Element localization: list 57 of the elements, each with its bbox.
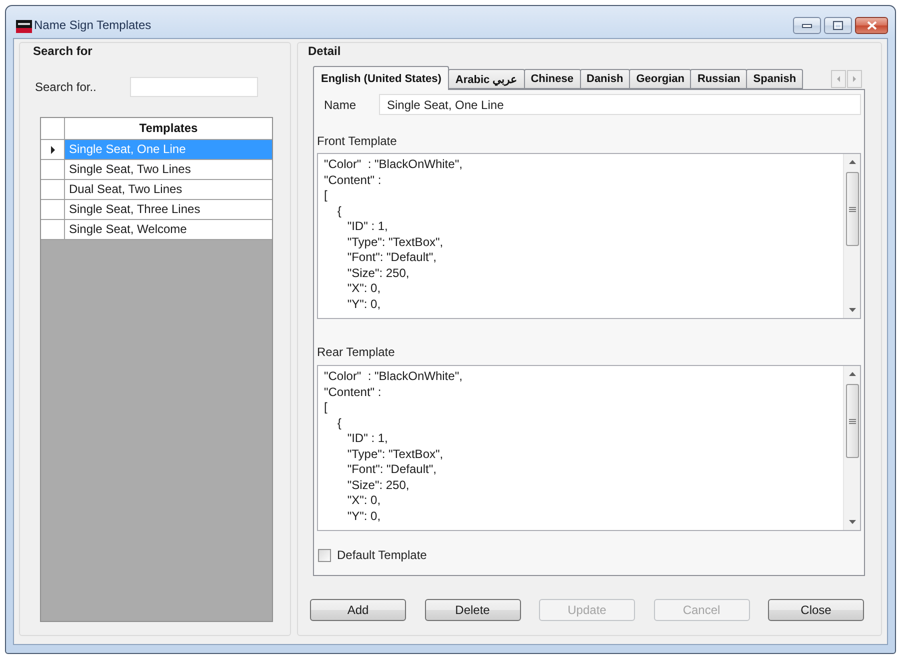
scroll-up-arrow-icon[interactable] bbox=[848, 372, 856, 376]
window-close-button[interactable] bbox=[855, 17, 888, 34]
row-header-cell[interactable] bbox=[41, 200, 65, 220]
scroll-up-arrow-icon[interactable] bbox=[848, 160, 856, 164]
checkbox-label: Default Template bbox=[337, 548, 427, 562]
minimize-button[interactable] bbox=[793, 17, 821, 34]
delete-button[interactable]: Delete bbox=[424, 599, 520, 621]
close-button[interactable]: Close bbox=[768, 599, 864, 621]
row-header-cell[interactable] bbox=[41, 140, 65, 160]
left-arrow-icon bbox=[837, 76, 840, 82]
template-row[interactable]: Dual Seat, Two Lines bbox=[65, 180, 272, 200]
template-row[interactable]: Single Seat, Three Lines bbox=[65, 200, 272, 220]
vertical-scrollbar[interactable] bbox=[843, 154, 860, 318]
add-button[interactable]: Add bbox=[310, 599, 406, 621]
close-icon bbox=[866, 21, 876, 30]
field-label: Front Template bbox=[317, 134, 397, 148]
right-arrow-icon bbox=[853, 76, 856, 82]
field-label: Rear Template bbox=[317, 345, 395, 359]
rear-template-field[interactable]: "Color" : "BlackOnWhite", "Content" : [ { "ID" : 1, "Type": "TextBox", "Font": "Default", "Size": 250, "X": 0, "Y": 0, bbox=[317, 365, 861, 531]
template-text: "Color" : "BlackOnWhite", "Content" : [ { "ID" : 1, "Type": "TextBox", "Font": "Default", "Size": 250, "X": 0, "Y": 0, bbox=[323, 156, 464, 312]
template-text: "Color" : "BlackOnWhite", "Content" : [ { "ID" : 1, "Type": "TextBox", "Font": "Default", "Size": 250, "X": 0, "Y": 0, bbox=[323, 368, 464, 524]
name-field[interactable]: Single Seat, One Line bbox=[379, 94, 861, 115]
language-tab[interactable]: Spanish bbox=[746, 69, 804, 89]
grip-icon bbox=[848, 206, 856, 212]
language-tab[interactable]: Arabic عربي bbox=[448, 69, 525, 89]
row-header-cell[interactable] bbox=[41, 180, 65, 200]
language-tab[interactable]: English (United States) bbox=[313, 66, 450, 90]
vertical-scrollbar[interactable] bbox=[843, 366, 860, 530]
scroll-down-arrow-icon[interactable] bbox=[848, 520, 856, 524]
window-title: Name Sign Templates bbox=[34, 18, 152, 32]
scroll-down-arrow-icon[interactable] bbox=[848, 308, 856, 312]
search-field[interactable] bbox=[130, 77, 258, 97]
scrollbar-thumb[interactable] bbox=[846, 384, 858, 458]
tab-scroll-right-button[interactable] bbox=[847, 70, 862, 88]
checkbox[interactable] bbox=[318, 548, 331, 562]
tab-scroll-left-button[interactable] bbox=[831, 70, 846, 88]
app-icon bbox=[16, 20, 32, 33]
template-row[interactable]: Single Seat, Two Lines bbox=[65, 160, 272, 180]
template-row[interactable]: Single Seat, Welcome bbox=[65, 220, 272, 240]
scrollbar-thumb[interactable] bbox=[846, 172, 858, 246]
row-pointer-icon bbox=[50, 146, 54, 154]
field-label: Name bbox=[324, 98, 358, 112]
maximize-icon bbox=[833, 21, 843, 30]
language-tab[interactable]: Georgian bbox=[629, 69, 692, 89]
row-header-cell[interactable] bbox=[41, 160, 65, 180]
minimize-icon bbox=[802, 24, 812, 28]
section-heading: Detail bbox=[308, 44, 341, 58]
column-header[interactable]: Templates bbox=[65, 118, 272, 140]
maximize-button[interactable] bbox=[824, 17, 852, 34]
section-heading: Search for bbox=[33, 44, 92, 58]
language-tab[interactable]: Chinese bbox=[524, 69, 580, 89]
grip-icon bbox=[848, 418, 856, 424]
language-tab[interactable]: Danish bbox=[580, 69, 630, 89]
row-header-cell[interactable] bbox=[41, 220, 65, 240]
language-tab[interactable]: Russian bbox=[690, 69, 748, 89]
front-template-field[interactable]: "Color" : "BlackOnWhite", "Content" : [ { "ID" : 1, "Type": "TextBox", "Font": "Default", "Size": 250, "X": 0, "Y": 0, bbox=[317, 153, 861, 319]
field-label: Search for.. bbox=[35, 80, 98, 94]
